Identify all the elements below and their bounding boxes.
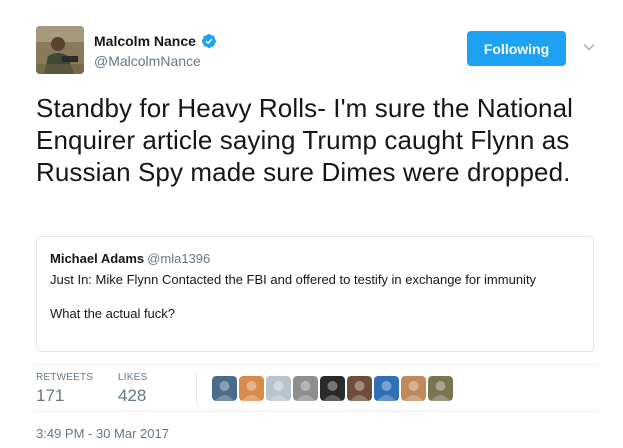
liker-avatar-4[interactable] [293, 376, 318, 401]
author-avatar-photo [36, 26, 84, 74]
liker-avatar-2[interactable] [239, 376, 264, 401]
author-name-row[interactable]: Malcolm Nance [94, 33, 217, 49]
divider [36, 411, 596, 412]
author-handle[interactable]: @MalcolmNance [94, 53, 201, 69]
verified-badge-icon [201, 34, 216, 48]
divider [196, 372, 197, 406]
quoted-tweet-header: Michael Adams @mla1396 [50, 251, 210, 266]
quoted-tweet-card[interactable]: Michael Adams @mla1396 Just In: Mike Flyn… [36, 236, 594, 352]
tweet-text: Standby for Heavy Rolls- I'm sure the Na… [36, 93, 574, 187]
following-button[interactable]: Following [467, 31, 566, 66]
author-name[interactable]: Malcolm Nance [94, 33, 196, 49]
retweets-stat[interactable]: RETWEETS 171 [36, 372, 93, 406]
author-avatar[interactable] [36, 26, 84, 74]
liker-avatars [212, 376, 453, 401]
liker-avatar-3[interactable] [266, 376, 291, 401]
liker-avatar-8[interactable] [401, 376, 426, 401]
divider [36, 364, 596, 365]
chevron-down-icon[interactable] [582, 40, 596, 54]
quoted-author-handle: @mla1396 [147, 251, 211, 266]
liker-avatar-6[interactable] [347, 376, 372, 401]
tweet-timestamp[interactable]: 3:49 PM - 30 Mar 2017 [36, 426, 169, 441]
retweets-label: RETWEETS [36, 372, 94, 383]
likes-count: 428 [118, 386, 147, 405]
retweets-count: 171 [36, 386, 65, 405]
liker-avatar-7[interactable] [374, 376, 399, 401]
quoted-tweet-paragraph: What the actual fuck? [50, 306, 176, 321]
likes-stat[interactable]: LIKES 428 [118, 372, 147, 406]
liker-avatar-9[interactable] [428, 376, 453, 401]
liker-avatar-1[interactable] [212, 376, 237, 401]
quoted-tweet-text: Just In: Mike Flynn Contacted the FBI an… [50, 271, 570, 322]
quoted-tweet-paragraph: Just In: Mike Flynn Contacted the FBI an… [50, 272, 537, 287]
quoted-author-name: Michael Adams [50, 251, 145, 266]
likes-label: LIKES [118, 372, 148, 383]
liker-avatar-5[interactable] [320, 376, 345, 401]
